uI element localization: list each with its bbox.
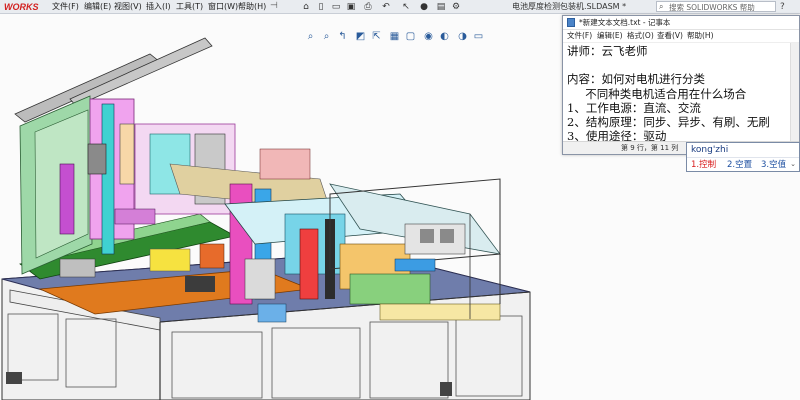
undo-icon[interactable]: ↶ xyxy=(380,1,392,13)
search-placeholder: 搜索 SOLIDWORKS 帮助 xyxy=(669,3,755,12)
notepad-title: *新建文本文档.txt - 记事本 xyxy=(579,18,671,27)
options-gear-icon[interactable]: ⚙ xyxy=(450,1,462,13)
notepad-menu-view[interactable]: 查看(V) xyxy=(657,30,683,42)
new-document-icon[interactable]: ▯ xyxy=(315,1,327,13)
ime-candidate[interactable]: 1.控制 xyxy=(691,158,716,172)
select-arrow-icon[interactable]: ↖ xyxy=(400,1,412,13)
notepad-app-icon xyxy=(567,18,575,27)
search-help-input[interactable]: ⌕ 搜索 SOLIDWORKS 帮助 xyxy=(656,1,776,12)
menu-window[interactable]: 窗口(W) xyxy=(208,0,238,14)
pin-icon[interactable]: ⊣ xyxy=(270,1,278,11)
rebuild-icon[interactable]: ● xyxy=(418,1,430,13)
chevron-down-icon[interactable]: ⌄ xyxy=(790,157,796,171)
text-line: 1、工作电源：直流、交流 xyxy=(567,100,701,115)
notepad-menu-format[interactable]: 格式(O) xyxy=(627,30,654,42)
home-icon[interactable]: ⌂ xyxy=(300,1,312,13)
notepad-window[interactable]: *新建文本文档.txt - 记事本 文件(F) 编辑(E) 格式(O) 查看(V… xyxy=(562,15,800,155)
notepad-scrollbar[interactable] xyxy=(790,43,799,141)
print-icon[interactable]: ⎙ xyxy=(362,1,374,13)
search-icon: ⌕ xyxy=(659,2,664,11)
open-folder-icon[interactable]: ▭ xyxy=(330,1,342,13)
notepad-title-bar[interactable]: *新建文本文档.txt - 记事本 xyxy=(563,16,799,30)
text-line xyxy=(567,58,793,72)
menu-edit[interactable]: 编辑(E) xyxy=(84,0,111,14)
ime-pinyin-input: kong'zhi xyxy=(691,145,729,155)
menu-insert[interactable]: 插入(I) xyxy=(146,0,171,14)
text-line: 2、结构原理：同步、异步、有刷、无刷 xyxy=(567,115,770,130)
notepad-menu-help[interactable]: 帮助(H) xyxy=(687,30,714,42)
notepad-menu-edit[interactable]: 编辑(E) xyxy=(597,30,623,42)
ime-candidate-list: 1.控制 2.空置 3.空值 xyxy=(687,157,799,172)
menu-bar: WORKS 文件(F) 编辑(E) 视图(V) 插入(I) 工具(T) 窗口(W… xyxy=(0,0,800,14)
ime-candidate[interactable]: 2.空置 xyxy=(727,158,752,172)
save-icon[interactable]: ▣ xyxy=(345,1,357,13)
menu-file[interactable]: 文件(F) xyxy=(52,0,79,14)
notepad-menu-bar: 文件(F) 编辑(E) 格式(O) 查看(V) 帮助(H) xyxy=(563,30,799,43)
notepad-text-area[interactable]: 讲师：云飞老师 内容：如何对电机进行分类 不同种类电机适合用在什么场合 1、工作电… xyxy=(567,44,793,143)
menu-view[interactable]: 视图(V) xyxy=(114,0,142,14)
menu-tools[interactable]: 工具(T) xyxy=(176,0,203,14)
solidworks-logo: WORKS xyxy=(4,2,39,12)
cursor-position: 第 9 行，第 11 列 xyxy=(621,144,679,152)
document-title: 电池厚度检测包装机.SLDASM * xyxy=(512,2,627,11)
text-line: 讲师：云飞老师 xyxy=(567,44,648,58)
file-properties-icon[interactable]: ▤ xyxy=(435,1,447,13)
notepad-menu-file[interactable]: 文件(F) xyxy=(567,30,592,42)
help-icon[interactable]: ? xyxy=(780,0,785,14)
ime-candidate[interactable]: 3.空值 xyxy=(761,158,786,172)
text-line: 不同种类电机适合用在什么场合 xyxy=(567,86,747,101)
text-line: 内容：如何对电机进行分类 xyxy=(567,72,705,87)
ime-candidate-window[interactable]: kong'zhi 1.控制 2.空置 3.空值 ⌄ xyxy=(686,142,800,172)
menu-help[interactable]: 帮助(H) xyxy=(238,0,266,14)
